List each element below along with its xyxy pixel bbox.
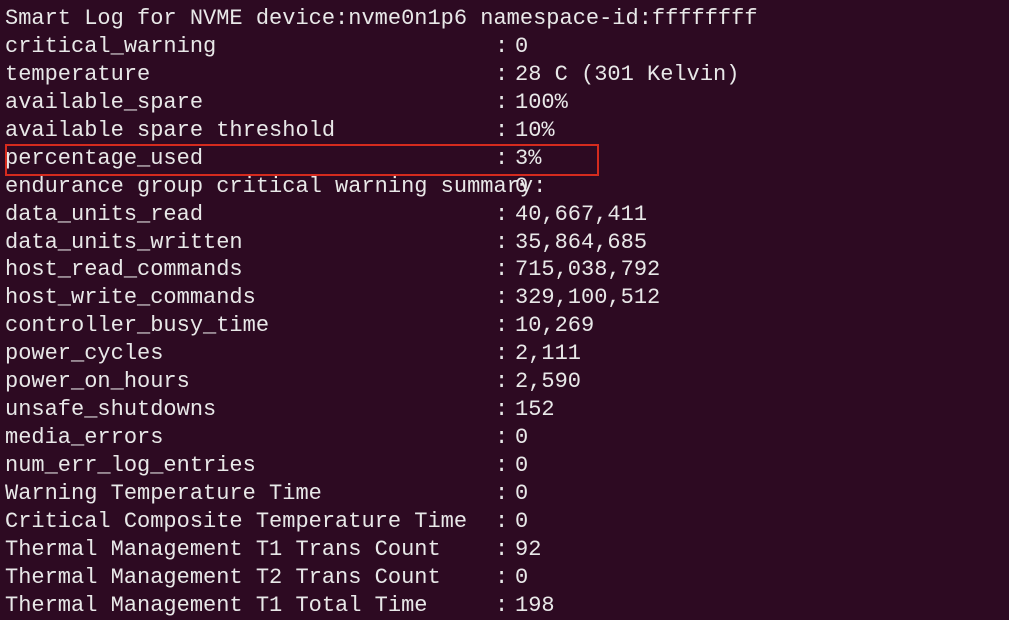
log-value: 10% [515,117,555,145]
log-row: available spare threshold:10% [5,117,1004,145]
log-separator: : [495,256,515,284]
log-key: controller_busy_time [5,312,495,340]
log-key: percentage_used [5,145,495,173]
log-key: unsafe_shutdowns [5,396,495,424]
log-value: 0 [515,508,528,536]
log-separator: : [495,368,515,396]
log-value: 198 [515,592,555,620]
log-value: 3% [515,145,541,173]
log-key: data_units_written [5,229,495,257]
log-value: 715,038,792 [515,256,660,284]
log-separator: : [495,284,515,312]
log-value: 152 [515,396,555,424]
smart-log-table: critical_warning:0temperature:28 C (301 … [5,33,1004,620]
log-row: available_spare:100% [5,89,1004,117]
log-key: Critical Composite Temperature Time [5,508,495,536]
log-row: power_cycles:2,111 [5,340,1004,368]
log-row: endurance group critical warning summary… [5,173,1004,201]
log-separator: : [495,145,515,173]
log-row: num_err_log_entries:0 [5,452,1004,480]
log-row: Warning Temperature Time:0 [5,480,1004,508]
log-separator: : [495,61,515,89]
log-key: host_write_commands [5,284,495,312]
log-separator: : [495,592,515,620]
log-separator [495,173,515,201]
log-separator: : [495,33,515,61]
log-value: 40,667,411 [515,201,647,229]
log-key: data_units_read [5,201,495,229]
log-key: Thermal Management T1 Trans Count [5,536,495,564]
log-value: 0 [515,173,528,201]
log-value: 2,590 [515,368,581,396]
log-key: power_cycles [5,340,495,368]
log-value: 329,100,512 [515,284,660,312]
log-separator: : [495,340,515,368]
log-row: Thermal Management T1 Trans Count:92 [5,536,1004,564]
log-key: host_read_commands [5,256,495,284]
log-key: available_spare [5,89,495,117]
log-separator: : [495,536,515,564]
log-key: temperature [5,61,495,89]
log-row: Thermal Management T1 Total Time:198 [5,592,1004,620]
log-row: host_read_commands:715,038,792 [5,256,1004,284]
log-value: 2,111 [515,340,581,368]
log-value: 0 [515,480,528,508]
log-key: critical_warning [5,33,495,61]
log-value: 0 [515,424,528,452]
log-row: controller_busy_time:10,269 [5,312,1004,340]
log-separator: : [495,396,515,424]
log-key: Thermal Management T1 Total Time [5,592,495,620]
log-row: critical_warning:0 [5,33,1004,61]
log-separator: : [495,564,515,592]
log-separator: : [495,480,515,508]
log-key: num_err_log_entries [5,452,495,480]
log-key: available spare threshold [5,117,495,145]
log-separator: : [495,117,515,145]
log-row: data_units_written:35,864,685 [5,229,1004,257]
log-row: temperature:28 C (301 Kelvin) [5,61,1004,89]
log-key: media_errors [5,424,495,452]
log-key: endurance group critical warning summary… [5,173,495,201]
log-row: unsafe_shutdowns:152 [5,396,1004,424]
log-value: 28 C (301 Kelvin) [515,61,739,89]
smart-log-header: Smart Log for NVME device:nvme0n1p6 name… [5,5,1004,33]
log-row: percentage_used:3% [5,145,1004,173]
log-value: 0 [515,33,528,61]
log-row: host_write_commands:329,100,512 [5,284,1004,312]
log-row: Thermal Management T2 Trans Count:0 [5,564,1004,592]
log-value: 92 [515,536,541,564]
log-row: data_units_read:40,667,411 [5,201,1004,229]
log-key: power_on_hours [5,368,495,396]
log-key: Thermal Management T2 Trans Count [5,564,495,592]
log-separator: : [495,424,515,452]
log-separator: : [495,201,515,229]
log-separator: : [495,312,515,340]
log-separator: : [495,508,515,536]
log-separator: : [495,452,515,480]
log-separator: : [495,229,515,257]
log-separator: : [495,89,515,117]
log-value: 0 [515,564,528,592]
log-value: 10,269 [515,312,594,340]
log-value: 35,864,685 [515,229,647,257]
log-value: 0 [515,452,528,480]
log-row: media_errors:0 [5,424,1004,452]
log-value: 100% [515,89,568,117]
log-row: power_on_hours:2,590 [5,368,1004,396]
log-row: Critical Composite Temperature Time:0 [5,508,1004,536]
log-key: Warning Temperature Time [5,480,495,508]
